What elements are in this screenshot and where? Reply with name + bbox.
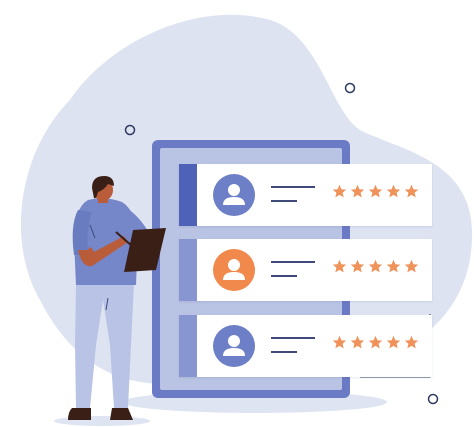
star-icon: [386, 184, 401, 198]
star-icon: [350, 184, 365, 198]
text-placeholder-line: [271, 186, 315, 188]
star-icon: [386, 335, 401, 349]
star-icon: [404, 184, 419, 198]
star-icon: [368, 259, 383, 273]
star-icon: [350, 259, 365, 273]
card-stripe: [179, 239, 197, 301]
star-rating: [332, 259, 422, 279]
review-card[interactable]: [179, 315, 432, 377]
review-card[interactable]: [179, 164, 432, 226]
star-rating: [332, 335, 422, 355]
star-icon: [332, 184, 347, 198]
decor-circle-3: [427, 393, 439, 405]
text-placeholder-line: [271, 275, 297, 277]
star-rating: [332, 184, 422, 204]
star-icon: [350, 335, 365, 349]
text-placeholder-line: [271, 337, 315, 339]
star-icon: [332, 335, 347, 349]
decor-circle-2: [344, 82, 356, 94]
star-icon: [368, 184, 383, 198]
text-placeholder-line: [271, 261, 315, 263]
right-shoe: [110, 408, 133, 420]
user-avatar-icon: [213, 325, 255, 367]
user-avatar-icon: [213, 174, 255, 216]
card-stripe: [179, 315, 197, 377]
text-placeholder-line: [271, 200, 297, 202]
user-avatar-icon: [213, 249, 255, 291]
star-icon: [404, 335, 419, 349]
star-icon: [368, 335, 383, 349]
review-card[interactable]: [179, 239, 432, 301]
star-icon: [332, 259, 347, 273]
star-icon: [386, 259, 401, 273]
text-placeholder-line: [271, 351, 297, 353]
left-shoe: [68, 408, 91, 420]
star-icon: [404, 259, 419, 273]
card-stripe: [179, 164, 197, 226]
